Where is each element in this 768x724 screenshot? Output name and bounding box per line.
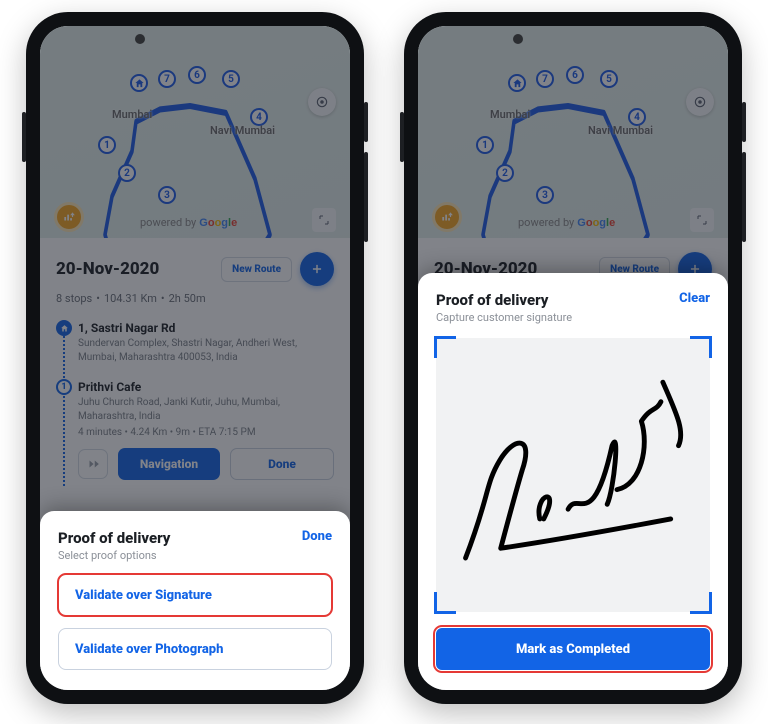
- screen-right: 1 2 3 4 5 6 7 Mumbai Navi Mumbai powered…: [418, 26, 728, 690]
- clear-signature-button[interactable]: Clear: [679, 291, 710, 306]
- signature-pad[interactable]: [436, 338, 710, 612]
- sheet-subtitle: Capture customer signature: [436, 311, 572, 324]
- sheet-title: Proof of delivery: [436, 291, 572, 309]
- phone-frame-left: 1 2 3 4 5 6 7 Mumbai Navi Mumbai powered…: [26, 12, 364, 704]
- sheet-done-button[interactable]: Done: [302, 529, 332, 544]
- phone-frame-right: 1 2 3 4 5 6 7 Mumbai Navi Mumbai powered…: [404, 12, 742, 704]
- validate-signature-button[interactable]: Validate over Signature: [58, 574, 332, 616]
- proof-of-delivery-sheet: Proof of delivery Select proof options D…: [40, 511, 350, 690]
- mark-completed-button[interactable]: Mark as Completed: [436, 628, 710, 670]
- signature-stroke: [446, 348, 700, 602]
- validate-photograph-button[interactable]: Validate over Photograph: [58, 628, 332, 670]
- screen-left: 1 2 3 4 5 6 7 Mumbai Navi Mumbai powered…: [40, 26, 350, 690]
- signature-sheet: Proof of delivery Capture customer signa…: [418, 273, 728, 690]
- sheet-subtitle: Select proof options: [58, 549, 170, 562]
- sheet-title: Proof of delivery: [58, 529, 170, 547]
